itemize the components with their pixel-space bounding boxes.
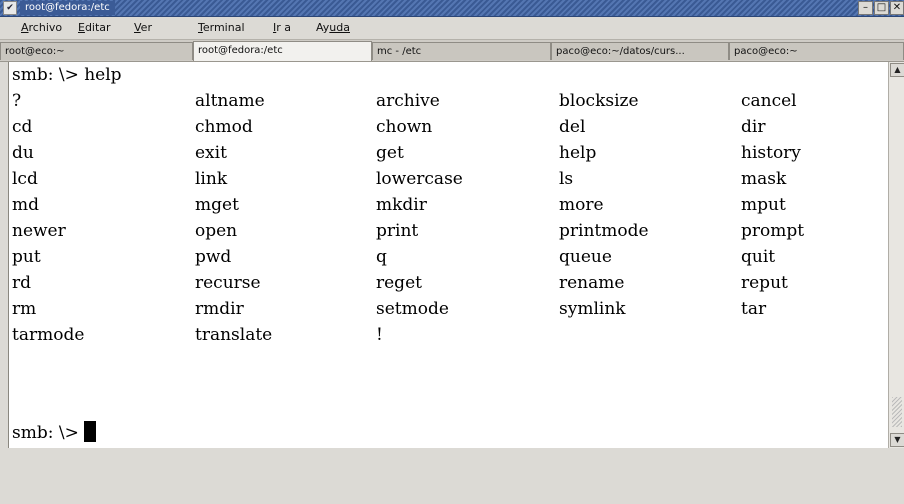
command-cell: lcd [12, 169, 38, 189]
menu-ir-a[interactable]: Ir a [273, 21, 291, 34]
command-cell: get [376, 143, 404, 163]
tab-bar: root@eco:~ root@fedora:/etc mc - /etc pa… [0, 40, 904, 62]
tab-mc-etc[interactable]: mc - /etc [372, 42, 551, 60]
close-icon[interactable]: ✕ [890, 1, 904, 15]
command-cell: rm [12, 299, 37, 319]
command-cell: ? [12, 91, 22, 111]
command-cell: tar [741, 299, 767, 319]
terminal-row: cd chmod chown del dir [12, 114, 884, 140]
menu-archivo[interactable]: Archivo [21, 21, 62, 34]
maximize-icon[interactable]: □ [874, 1, 889, 15]
command-cell: mask [741, 169, 787, 189]
minimize-icon[interactable]: – [858, 1, 873, 15]
command-cell: setmode [376, 299, 449, 319]
command-cell: exit [195, 143, 227, 163]
terminal-row: md mget mkdir more mput [12, 192, 884, 218]
command-cell: ! [376, 325, 383, 345]
menu-ver[interactable]: Ver [134, 21, 152, 34]
command-cell: archive [376, 91, 440, 111]
terminal-row: du exit get help history [12, 140, 884, 166]
tab-paco-eco[interactable]: paco@eco:~ [729, 42, 904, 60]
command-cell: rename [559, 273, 625, 293]
terminal-output[interactable]: smb: \> help ? altname archive blocksize… [8, 62, 889, 448]
terminal-row: lcd link lowercase ls mask [12, 166, 884, 192]
terminal-row: rd recurse reget rename reput [12, 270, 884, 296]
command-cell: newer [12, 221, 66, 241]
menu-ayuda[interactable]: Ayuda [316, 21, 350, 34]
command-cell: blocksize [559, 91, 639, 111]
command-cell: tarmode [12, 325, 85, 345]
command-cell: printmode [559, 221, 649, 241]
window-menu-icon[interactable]: ✔ [3, 1, 17, 15]
command-cell: chmod [195, 117, 253, 137]
tab-root-fedora-etc[interactable]: root@fedora:/etc [193, 41, 372, 61]
command-cell: more [559, 195, 604, 215]
command-cell: ls [559, 169, 574, 189]
command-cell: queue [559, 247, 612, 267]
window-title: root@fedora:/etc [20, 1, 115, 15]
command-cell: symlink [559, 299, 626, 319]
command-cell: print [376, 221, 419, 241]
menu-editar[interactable]: Editar [78, 21, 111, 34]
terminal-line-help-command: smb: \> help [12, 65, 122, 85]
scroll-thumb-grip[interactable] [892, 397, 902, 427]
command-cell: rd [12, 273, 32, 293]
menu-terminal[interactable]: Terminal [198, 21, 245, 34]
command-cell: md [12, 195, 40, 215]
command-cell: cancel [741, 91, 797, 111]
command-cell: altname [195, 91, 265, 111]
command-cell: history [741, 143, 801, 163]
command-cell: open [195, 221, 238, 241]
command-cell: q [376, 247, 387, 267]
command-cell: quit [741, 247, 776, 267]
tab-paco-datos[interactable]: paco@eco:~/datos/curs... [551, 42, 729, 60]
command-cell: help [559, 143, 597, 163]
command-cell: reget [376, 273, 422, 293]
command-cell: recurse [195, 273, 261, 293]
window-bottom-border [0, 448, 904, 453]
menu-bar: Archivo Editar Ver Terminal Ir a Ayuda [0, 17, 904, 40]
command-cell: mkdir [376, 195, 427, 215]
title-bar[interactable]: ✔ root@fedora:/etc – □ ✕ [0, 0, 904, 17]
command-cell: cd [12, 117, 33, 137]
command-cell: chown [376, 117, 433, 137]
command-cell: pwd [195, 247, 232, 267]
command-cell: link [195, 169, 228, 189]
command-cell: put [12, 247, 41, 267]
terminal-row: newer open print printmode prompt [12, 218, 884, 244]
command-cell: lowercase [376, 169, 463, 189]
terminal-current-prompt[interactable]: smb: \> [12, 420, 884, 446]
scroll-up-arrow-icon[interactable]: ▲ [890, 63, 904, 77]
command-cell: mget [195, 195, 239, 215]
terminal-row: ? altname archive blocksize cancel [12, 88, 884, 114]
tab-root-eco[interactable]: root@eco:~ [0, 42, 193, 60]
scroll-down-arrow-icon[interactable]: ▼ [890, 433, 904, 447]
command-cell: del [559, 117, 586, 137]
terminal-row: put pwd q queue quit [12, 244, 884, 270]
text-cursor [84, 421, 97, 442]
command-cell: dir [741, 117, 766, 137]
terminal-row: rm rmdir setmode symlink tar [12, 296, 884, 322]
command-cell: du [12, 143, 34, 163]
command-cell: translate [195, 325, 273, 345]
command-cell: mput [741, 195, 786, 215]
vertical-scrollbar[interactable]: ▲ ▼ [888, 62, 904, 448]
command-cell: rmdir [195, 299, 244, 319]
command-cell: prompt [741, 221, 805, 241]
prompt-text: smb: \> [12, 423, 85, 443]
command-cell: reput [741, 273, 788, 293]
terminal-row: tarmode translate ! [12, 322, 884, 348]
